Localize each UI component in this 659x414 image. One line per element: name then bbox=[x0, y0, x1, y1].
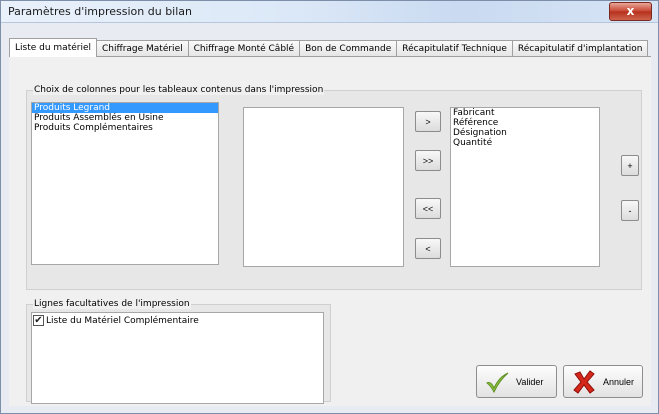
list-item[interactable]: Quantité bbox=[451, 138, 599, 148]
validate-button[interactable]: Valider bbox=[476, 365, 557, 398]
optional-lines-group-label: Lignes facultatives de l'impression bbox=[33, 299, 191, 309]
cancel-button[interactable]: Annuler bbox=[563, 365, 643, 398]
remove-column-button[interactable]: < bbox=[415, 238, 441, 259]
move-up-button[interactable]: + bbox=[621, 155, 639, 176]
list-item[interactable]: Désignation bbox=[451, 128, 599, 138]
list-item[interactable]: Fabricant bbox=[451, 108, 599, 118]
columns-choice-group-label: Choix de colonnes pour les tableaux cont… bbox=[33, 85, 325, 95]
list-item[interactable]: Produits Legrand bbox=[32, 103, 218, 113]
checkbox[interactable]: ✔ bbox=[33, 315, 44, 326]
optional-line-item[interactable]: ✔ Liste du Matériel Complémentaire bbox=[33, 315, 199, 326]
available-columns-list[interactable] bbox=[243, 107, 404, 267]
move-down-label: - bbox=[628, 205, 632, 216]
list-item[interactable]: Référence bbox=[451, 118, 599, 128]
tab-chiffrage-materiel[interactable]: Chiffrage Matériel bbox=[96, 40, 189, 57]
title-bar[interactable]: Paramètres d'impression du bilan x bbox=[1, 1, 658, 23]
tab-bar: Liste du matériel Chiffrage Matériel Chi… bbox=[9, 38, 649, 57]
add-column-label: > bbox=[425, 116, 431, 127]
remove-column-label: < bbox=[425, 243, 431, 254]
tab-chiffrage-monte-cable[interactable]: Chiffrage Monté Câblé bbox=[187, 40, 301, 57]
chosen-columns-list[interactable]: Fabricant Référence Désignation Quantité bbox=[450, 107, 600, 267]
print-settings-window: Paramètres d'impression du bilan x Liste… bbox=[0, 0, 659, 414]
add-all-columns-button[interactable]: >> bbox=[415, 150, 441, 171]
tab-bon-de-commande[interactable]: Bon de Commande bbox=[299, 40, 398, 57]
checkmark-icon: ✔ bbox=[34, 314, 43, 326]
optional-line-label: Liste du Matériel Complémentaire bbox=[46, 315, 199, 326]
remove-all-columns-label: << bbox=[422, 203, 434, 214]
tab-recapitulatif-technique[interactable]: Récapitulatif Technique bbox=[396, 40, 513, 57]
tab-liste-materiel[interactable]: Liste du matériel bbox=[9, 38, 97, 57]
source-list[interactable]: Produits Legrand Produits Assemblés en U… bbox=[31, 102, 219, 265]
close-button[interactable]: x bbox=[609, 2, 652, 21]
close-icon: x bbox=[626, 4, 635, 18]
green-check-icon bbox=[486, 372, 509, 393]
remove-all-columns-button[interactable]: << bbox=[415, 198, 441, 219]
window-title: Paramètres d'impression du bilan bbox=[8, 5, 192, 18]
red-x-icon bbox=[573, 369, 595, 394]
add-all-columns-label: >> bbox=[422, 155, 434, 166]
move-down-button[interactable]: - bbox=[621, 200, 639, 221]
tab-recapitulatif-implantation[interactable]: Récapitulatif d'implantation bbox=[511, 40, 649, 57]
tab-page-liste-materiel: Choix de colonnes pour les tableaux cont… bbox=[9, 56, 651, 406]
move-up-label: + bbox=[627, 160, 633, 171]
validate-label: Valider bbox=[516, 376, 544, 387]
list-item[interactable]: Produits Complémentaires bbox=[32, 123, 218, 133]
add-column-button[interactable]: > bbox=[415, 111, 441, 132]
list-item[interactable]: Produits Assemblés en Usine bbox=[32, 113, 218, 123]
cancel-label: Annuler bbox=[603, 376, 635, 387]
